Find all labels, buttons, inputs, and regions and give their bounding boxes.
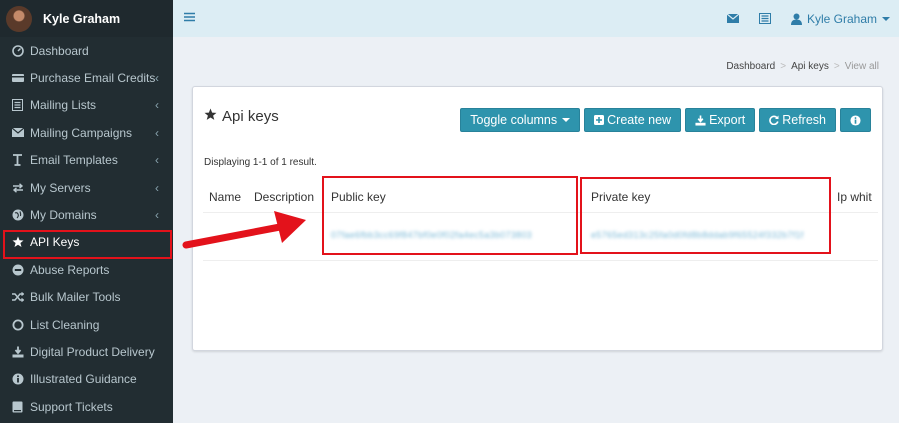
chevron-left-icon: ‹ xyxy=(155,71,159,86)
sidebar-item-label: Digital Product Delivery xyxy=(30,344,155,359)
list-icon xyxy=(11,99,24,112)
export-label: Export xyxy=(709,113,746,127)
column-ip-whitelist[interactable]: Ip whit xyxy=(831,182,878,213)
public-key-highlight xyxy=(322,176,578,255)
info-circle-icon xyxy=(11,373,24,386)
refresh-icon xyxy=(769,115,779,125)
sidebar-item-api-keys[interactable]: API Keys xyxy=(0,229,173,260)
create-new-label: Create new xyxy=(607,113,672,127)
sidebar-item-label: API Keys xyxy=(30,235,80,250)
info-circle-icon xyxy=(850,114,861,126)
star-icon xyxy=(204,108,217,125)
text-icon xyxy=(11,154,24,167)
star-icon xyxy=(11,236,24,249)
info-button[interactable] xyxy=(840,108,871,132)
refresh-button[interactable]: Refresh xyxy=(759,108,836,132)
chevron-left-icon: ‹ xyxy=(155,153,159,168)
chevron-left-icon: ‹ xyxy=(155,208,159,223)
chevron-left-icon: ‹ xyxy=(155,98,159,113)
sidebar-item-label: Abuse Reports xyxy=(30,262,110,277)
sidebar-item-illustrated-guidance[interactable]: Illustrated Guidance xyxy=(0,366,173,393)
toggle-columns-button[interactable]: Toggle columns xyxy=(460,108,581,132)
download-icon xyxy=(695,114,706,126)
globe-icon xyxy=(11,209,24,222)
sidebar-item-dashboard[interactable]: Dashboard xyxy=(0,37,173,64)
sidebar-item-list-cleaning[interactable]: List Cleaning xyxy=(0,311,173,338)
topbar-user-name: Kyle Graham xyxy=(806,11,877,26)
sidebar-item-abuse-reports[interactable]: Abuse Reports xyxy=(0,256,173,283)
sidebar-item-label: Mailing Lists xyxy=(30,98,97,113)
breadcrumb: Dashboard > Api keys > View all xyxy=(726,61,879,72)
random-icon xyxy=(11,291,24,304)
credit-card-icon xyxy=(11,72,24,85)
sidebar-item-label: My Domains xyxy=(30,208,97,223)
topbar-actions: Kyle Graham xyxy=(726,0,890,37)
results-summary: Displaying 1-1 of 1 result. xyxy=(204,157,317,168)
plus-square-icon xyxy=(594,115,605,125)
sidebar-item-my-domains[interactable]: My Domains ‹ xyxy=(0,201,173,228)
sidebar-item-digital-product-delivery[interactable]: Digital Product Delivery xyxy=(0,338,173,365)
create-new-button[interactable]: Create new xyxy=(584,108,682,132)
breadcrumb-api-keys[interactable]: Api keys xyxy=(791,61,829,72)
sidebar-item-bulk-mailer-tools[interactable]: Bulk Mailer Tools xyxy=(0,284,173,311)
caret-down-icon xyxy=(562,118,571,122)
book-icon xyxy=(11,400,24,413)
refresh-label: Refresh xyxy=(782,113,826,127)
sidebar: Kyle Graham Dashboard Purchase Email Cre… xyxy=(0,0,173,423)
chevron-left-icon: ‹ xyxy=(155,125,159,140)
dashboard-icon xyxy=(11,44,24,57)
breadcrumb-dashboard[interactable]: Dashboard xyxy=(726,61,775,72)
sidebar-item-label: Support Tickets xyxy=(30,399,113,414)
topbar: Kyle Graham xyxy=(173,0,899,37)
toggle-columns-label: Toggle columns xyxy=(470,113,558,127)
download-icon xyxy=(11,345,24,358)
breadcrumb-separator: > xyxy=(833,61,840,72)
avatar xyxy=(6,5,32,32)
chevron-left-icon: ‹ xyxy=(155,180,159,195)
breadcrumb-current: View all xyxy=(844,61,879,72)
envelope-icon[interactable] xyxy=(726,14,739,23)
sidebar-item-purchase-email-credits[interactable]: Purchase Email Credits ‹ xyxy=(0,64,173,91)
circle-icon xyxy=(11,318,24,331)
user-menu[interactable]: Kyle Graham xyxy=(790,11,890,26)
sidebar-item-mailing-campaigns[interactable]: Mailing Campaigns ‹ xyxy=(0,119,173,146)
menu-toggle-icon[interactable] xyxy=(184,11,195,25)
sidebar-item-my-servers[interactable]: My Servers ‹ xyxy=(0,174,173,201)
export-button[interactable]: Export xyxy=(685,108,756,132)
exchange-icon xyxy=(11,181,24,194)
envelope-icon xyxy=(11,126,24,139)
toolbar: Toggle columns Create new Export Refresh xyxy=(456,108,871,132)
sidebar-item-label: Bulk Mailer Tools xyxy=(30,290,121,305)
sidebar-item-label: List Cleaning xyxy=(30,317,100,332)
sidebar-item-label: Purchase Email Credits xyxy=(30,71,156,86)
box-title: Api keys xyxy=(204,108,279,125)
sidebar-item-label: Mailing Campaigns xyxy=(30,125,133,140)
sidebar-item-label: Dashboard xyxy=(30,43,89,58)
user-icon xyxy=(790,13,802,25)
cell-ip-whitelist xyxy=(831,212,878,261)
page-title: Api keys xyxy=(222,108,279,125)
user-name: Kyle Graham xyxy=(43,11,121,26)
tasks-icon[interactable] xyxy=(758,13,771,24)
breadcrumb-separator: > xyxy=(780,61,787,72)
sidebar-item-support-tickets[interactable]: Support Tickets xyxy=(0,393,173,420)
sidebar-item-label: Illustrated Guidance xyxy=(30,372,137,387)
user-panel: Kyle Graham xyxy=(0,0,173,37)
sidebar-menu: Dashboard Purchase Email Credits ‹ Maili… xyxy=(0,37,173,420)
minus-circle-icon xyxy=(11,263,24,276)
sidebar-item-mailing-lists[interactable]: Mailing Lists ‹ xyxy=(0,92,173,119)
sidebar-item-email-templates[interactable]: Email Templates ‹ xyxy=(0,147,173,174)
sidebar-item-label: Email Templates xyxy=(30,153,118,168)
caret-down-icon xyxy=(882,16,890,21)
sidebar-item-label: My Servers xyxy=(30,180,91,195)
private-key-highlight xyxy=(580,177,831,254)
annotation-arrow xyxy=(182,211,306,249)
